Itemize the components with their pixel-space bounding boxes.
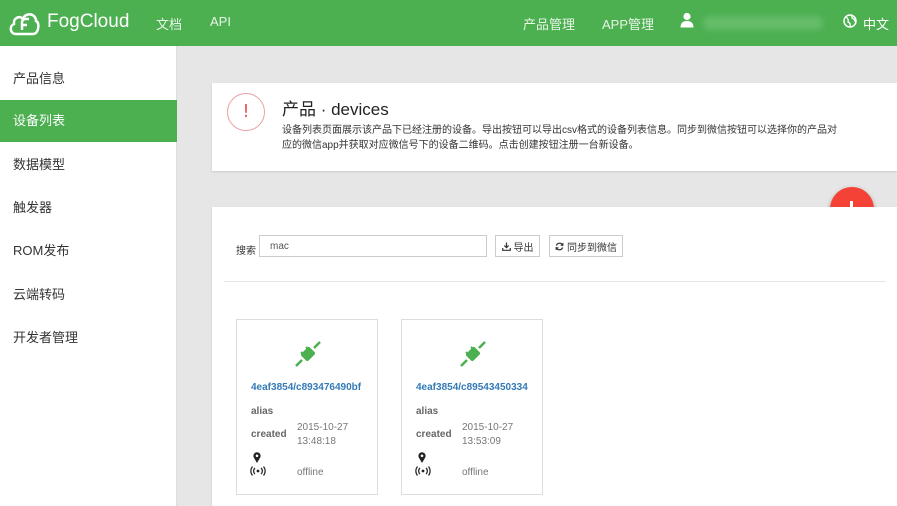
plug-icon [295, 341, 321, 367]
signal-icon [415, 466, 431, 476]
sync-wechat-button-label: 同步到微信 [567, 242, 617, 254]
created-time: 13:53:09 [462, 436, 501, 447]
sync-wechat-button[interactable]: 同步到微信 [549, 235, 623, 257]
user-icon[interactable] [680, 12, 694, 28]
sidebar-item-device-list[interactable]: 设备列表 [0, 100, 177, 142]
nav-docs-link[interactable]: 文档 [156, 14, 182, 33]
search-input[interactable] [259, 235, 487, 257]
export-button[interactable]: 导出 [495, 235, 540, 257]
nav-api-link[interactable]: API [210, 14, 231, 29]
sidebar-item-rom-release[interactable]: ROM发布 [0, 230, 177, 272]
signal-icon [250, 466, 266, 476]
language-switch[interactable]: 中文 [863, 14, 889, 33]
device-list-panel: 搜索 导出 同步到微信 4eaf3854/c893476490bf alias … [212, 207, 897, 506]
page-title: 产品 · devices [282, 100, 389, 119]
nav-apps-link[interactable]: APP管理 [602, 14, 654, 33]
sidebar: 产品信息 设备列表 数据模型 触发器 ROM发布 云端转码 开发者管理 [0, 46, 177, 506]
created-date: 2015-10-27 [297, 422, 349, 433]
device-status: offline [462, 467, 489, 478]
device-id-link[interactable]: 4eaf3854/c89543450334 [416, 382, 528, 393]
device-status: offline [297, 467, 324, 478]
nav-products-link[interactable]: 产品管理 [523, 14, 575, 33]
top-navbar: FogCloud 文档 API 产品管理 APP管理 中文 [0, 0, 897, 46]
page-description: 设备列表页面展示该产品下已经注册的设备。导出按钮可以导出csv格式的设备列表信息… [282, 125, 837, 151]
divider [224, 281, 886, 282]
sidebar-item-developer-management[interactable]: 开发者管理 [0, 317, 177, 359]
sidebar-item-cloud-transcode[interactable]: 云端转码 [0, 274, 177, 316]
sidebar-item-product-info[interactable]: 产品信息 [0, 58, 177, 100]
device-card[interactable]: 4eaf3854/c893476490bf alias created 2015… [236, 319, 378, 495]
sidebar-item-data-model[interactable]: 数据模型 [0, 144, 177, 186]
device-card[interactable]: 4eaf3854/c89543450334 alias created 2015… [401, 319, 543, 495]
sidebar-item-triggers[interactable]: 触发器 [0, 187, 177, 229]
device-id-link[interactable]: 4eaf3854/c893476490bf [251, 382, 361, 393]
search-label: 搜索 [236, 246, 256, 257]
map-pin-icon [253, 452, 261, 463]
map-pin-icon [418, 452, 426, 463]
alias-label: alias [416, 406, 439, 417]
created-label: created [251, 429, 287, 440]
export-button-label: 导出 [513, 242, 534, 254]
globe-icon[interactable] [843, 14, 857, 28]
fogcloud-logo-icon[interactable] [8, 8, 40, 38]
alert-icon [227, 93, 265, 131]
blurred-username[interactable] [703, 16, 823, 30]
alias-label: alias [251, 406, 274, 417]
plug-icon [460, 341, 486, 367]
brand-name[interactable]: FogCloud [47, 11, 129, 33]
created-time: 13:48:18 [297, 436, 336, 447]
download-icon [501, 242, 511, 251]
info-panel: 产品 · devices 设备列表页面展示该产品下已经注册的设备。导出按钮可以导… [212, 83, 897, 171]
refresh-icon [555, 242, 564, 250]
created-label: created [416, 429, 452, 440]
created-date: 2015-10-27 [462, 422, 514, 433]
